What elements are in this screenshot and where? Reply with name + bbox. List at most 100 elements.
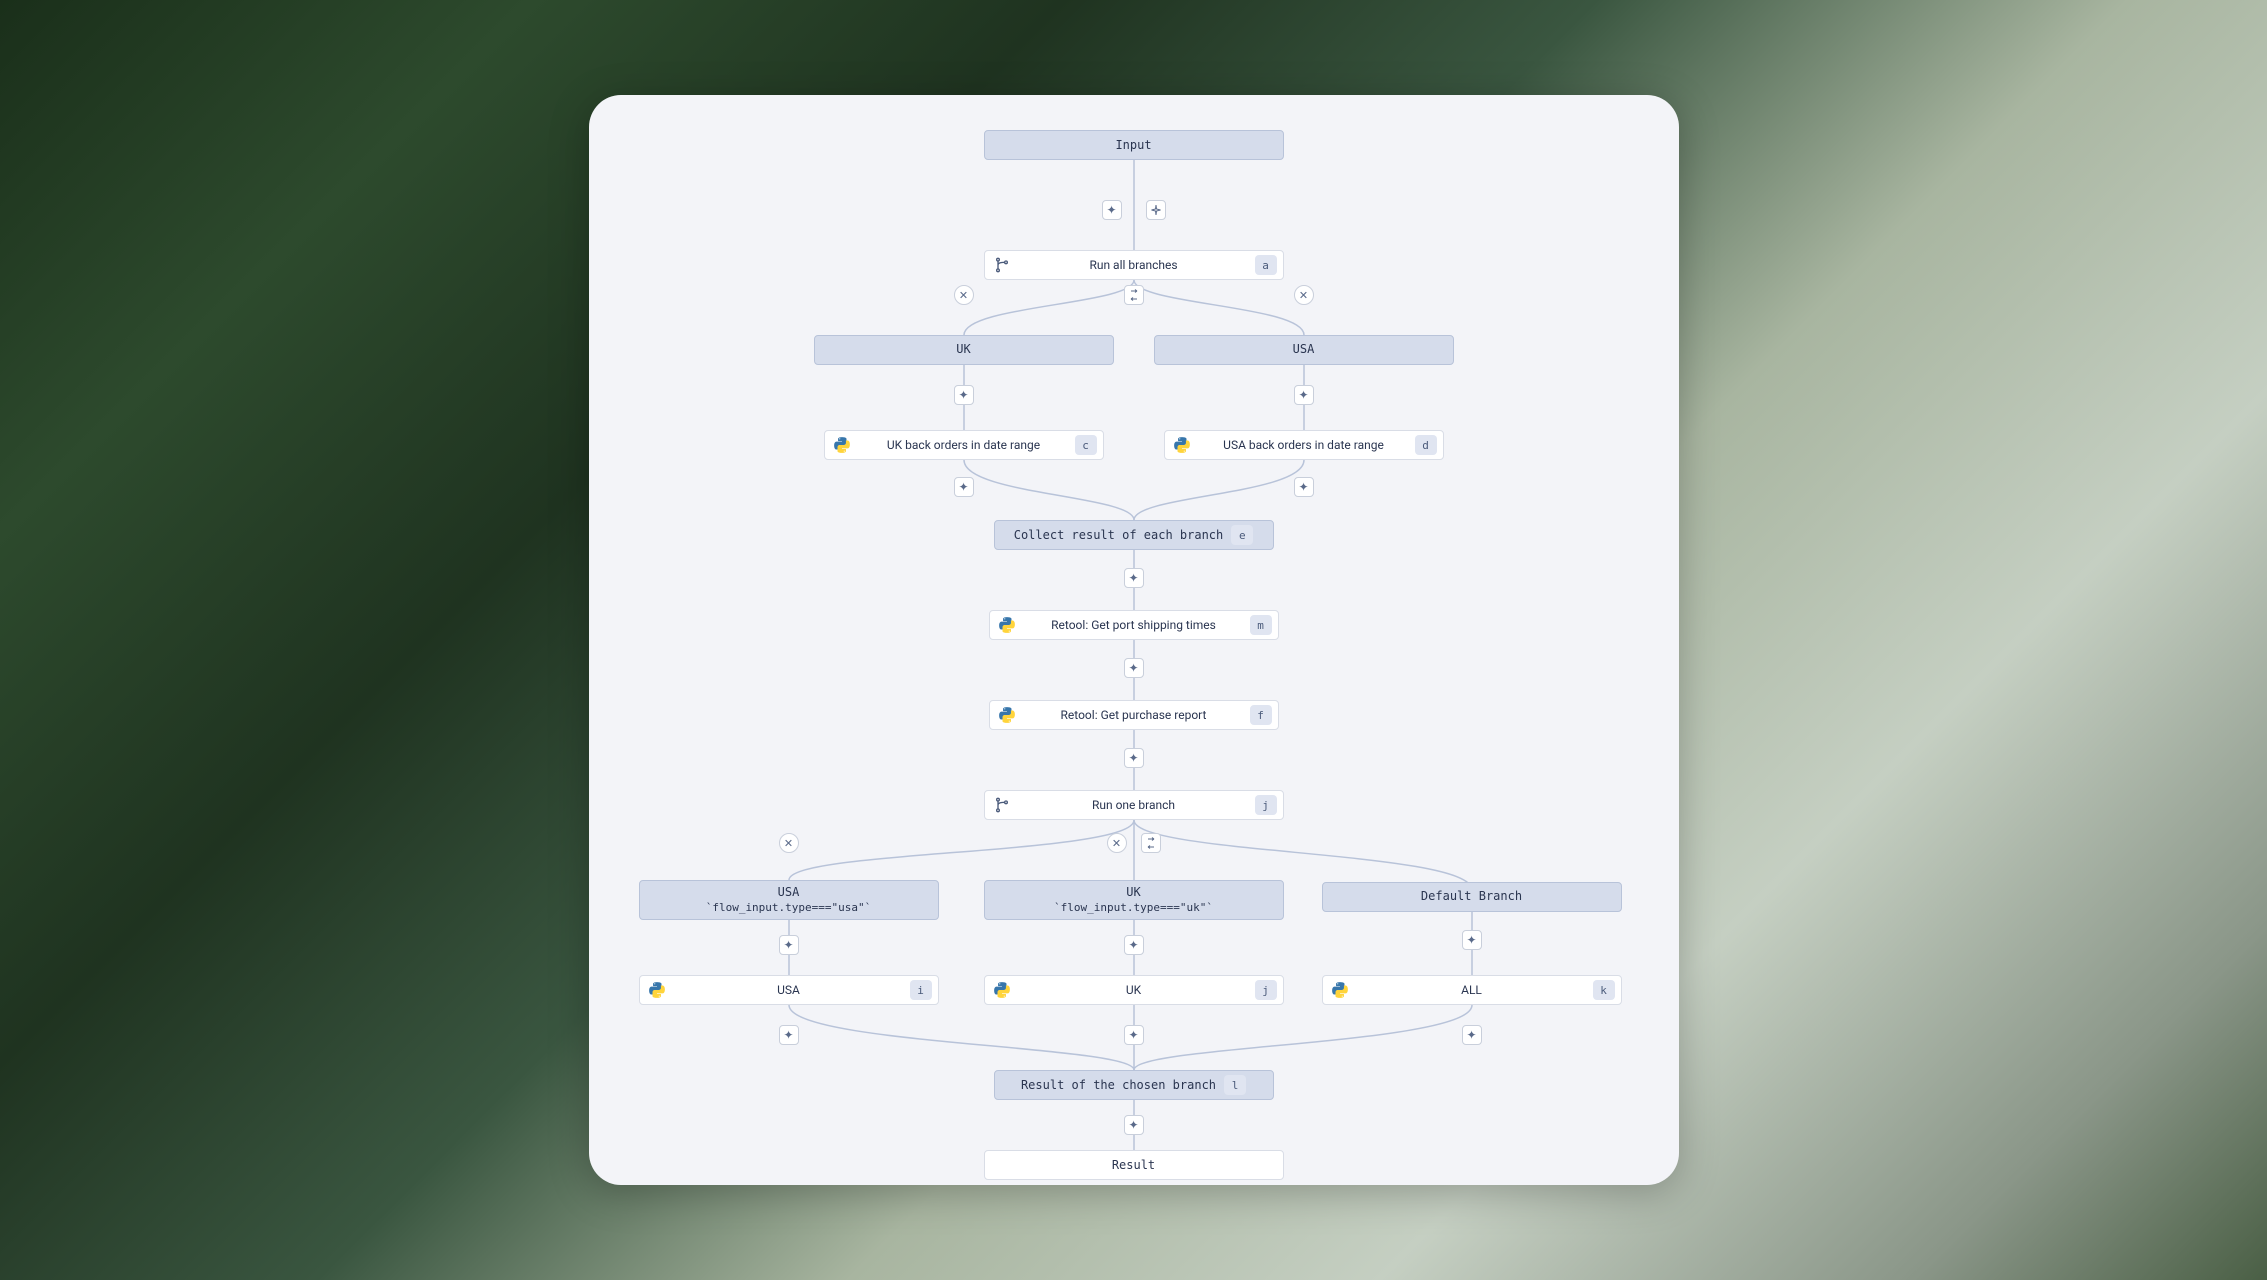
add-step-button-alt[interactable] [1146, 200, 1166, 220]
key-badge: j [1255, 795, 1277, 815]
uk-step-node[interactable]: UK j [984, 975, 1284, 1005]
plus-icon: ✦ [1466, 1028, 1476, 1042]
usa-condition-expr: `flow_input.type==="usa"` [706, 901, 872, 915]
plus-icon: ✦ [1128, 571, 1138, 585]
uk-branch-label: UK [956, 342, 970, 358]
result-node[interactable]: Result [984, 1150, 1284, 1180]
add-step-uk3[interactable]: ✦ [1124, 1025, 1144, 1045]
python-icon [831, 434, 853, 456]
plus-icon: ✦ [1298, 388, 1308, 402]
plus-icon: ✦ [958, 480, 968, 494]
close-branch-button-usa[interactable]: ✕ [1294, 285, 1314, 305]
plus-icon: ✦ [783, 938, 793, 952]
add-step-uk2[interactable]: ✦ [954, 477, 974, 497]
usa-condition-title: USA [778, 885, 800, 901]
plus-icon: ✦ [783, 1028, 793, 1042]
add-step-cond-usa[interactable]: ✦ [779, 935, 799, 955]
shipping-label: Retool: Get port shipping times [1024, 618, 1244, 632]
add-step-cond-uk[interactable]: ✦ [1124, 935, 1144, 955]
add-branch-icon [1128, 289, 1140, 301]
branch-icon [991, 794, 1013, 816]
close-icon: ✕ [1112, 837, 1121, 850]
shipping-node[interactable]: Retool: Get port shipping times m [989, 610, 1279, 640]
usa-orders-node[interactable]: USA back orders in date range d [1164, 430, 1444, 460]
plus-icon: ✦ [1466, 933, 1476, 947]
add-branch-button-2[interactable] [1141, 833, 1161, 853]
input-node[interactable]: Input [984, 130, 1284, 160]
python-icon [646, 979, 668, 1001]
branch-icon [991, 254, 1013, 276]
close-branch-uk2[interactable]: ✕ [1107, 833, 1127, 853]
usa-branch-node[interactable]: USA [1154, 335, 1454, 365]
key-badge: c [1075, 435, 1097, 455]
plus-icon: ✦ [958, 388, 968, 402]
collect-label: Collect result of each branch [1014, 528, 1224, 542]
plus-icon: ✦ [1128, 751, 1138, 765]
usa-orders-label: USA back orders in date range [1199, 438, 1409, 452]
plus-icon: ✦ [1106, 203, 1116, 217]
add-branch-icon [1145, 837, 1157, 849]
key-badge: l [1224, 1075, 1246, 1095]
add-step-usa2[interactable]: ✦ [1294, 477, 1314, 497]
purchase-label: Retool: Get purchase report [1024, 708, 1244, 722]
key-badge: e [1231, 525, 1253, 545]
uk-condition-expr: `flow_input.type==="uk"` [1054, 901, 1213, 915]
add-step-button[interactable]: ✦ [1102, 200, 1122, 220]
uk-condition-title: UK [1126, 885, 1140, 901]
all-step-label: ALL [1357, 983, 1587, 997]
default-branch-label: Default Branch [1421, 889, 1522, 905]
key-badge: k [1593, 980, 1615, 1000]
add-step-after-shipping[interactable]: ✦ [1124, 658, 1144, 678]
key-badge: a [1255, 255, 1277, 275]
add-step-after-collect[interactable]: ✦ [1124, 568, 1144, 588]
python-icon [1329, 979, 1351, 1001]
run-one-branch-node[interactable]: Run one branch j [984, 790, 1284, 820]
plus-icon: ✦ [1128, 1118, 1138, 1132]
plus-icon: ✦ [1128, 661, 1138, 675]
key-badge: j [1255, 980, 1277, 1000]
usa-step-label: USA [674, 983, 904, 997]
uk-orders-node[interactable]: UK back orders in date range c [824, 430, 1104, 460]
default-branch-node[interactable]: Default Branch [1322, 882, 1622, 912]
add-step-after-purchase[interactable]: ✦ [1124, 748, 1144, 768]
key-badge: i [910, 980, 932, 1000]
plus-icon: ✦ [1128, 938, 1138, 952]
run-one-label: Run one branch [1019, 798, 1249, 812]
add-step-usa3[interactable]: ✦ [779, 1025, 799, 1045]
python-icon [991, 979, 1013, 1001]
add-step-after-chosen[interactable]: ✦ [1124, 1115, 1144, 1135]
close-icon: ✕ [784, 837, 793, 850]
run-all-label: Run all branches [1019, 258, 1249, 272]
close-icon: ✕ [1299, 289, 1308, 302]
input-label: Input [1115, 138, 1151, 152]
chosen-label: Result of the chosen branch [1021, 1078, 1216, 1092]
python-icon [996, 704, 1018, 726]
collect-result-node[interactable]: Collect result of each branch e [994, 520, 1274, 550]
sparkle-icon [1150, 204, 1162, 216]
plus-icon: ✦ [1128, 1028, 1138, 1042]
all-step-node[interactable]: ALL k [1322, 975, 1622, 1005]
python-icon [1171, 434, 1193, 456]
key-badge: m [1250, 615, 1272, 635]
add-step-usa[interactable]: ✦ [1294, 385, 1314, 405]
flow-canvas[interactable]: Input ✦ Run all branches a ✕ ✕ UK USA ✦ … [589, 95, 1679, 1185]
add-branch-button[interactable] [1124, 285, 1144, 305]
uk-branch-node[interactable]: UK [814, 335, 1114, 365]
purchase-node[interactable]: Retool: Get purchase report f [989, 700, 1279, 730]
plus-icon: ✦ [1298, 480, 1308, 494]
usa-branch-label: USA [1293, 342, 1315, 358]
add-step-uk[interactable]: ✦ [954, 385, 974, 405]
close-branch-usa2[interactable]: ✕ [779, 833, 799, 853]
add-step-all3[interactable]: ✦ [1462, 1025, 1482, 1045]
run-all-branches-node[interactable]: Run all branches a [984, 250, 1284, 280]
key-badge: f [1250, 705, 1272, 725]
usa-condition-node[interactable]: USA `flow_input.type==="usa"` [639, 880, 939, 920]
uk-condition-node[interactable]: UK `flow_input.type==="uk"` [984, 880, 1284, 920]
usa-step-node[interactable]: USA i [639, 975, 939, 1005]
result-label: Result [1112, 1158, 1155, 1172]
add-step-cond-default[interactable]: ✦ [1462, 930, 1482, 950]
chosen-result-node[interactable]: Result of the chosen branch l [994, 1070, 1274, 1100]
close-branch-button-uk[interactable]: ✕ [954, 285, 974, 305]
uk-orders-label: UK back orders in date range [859, 438, 1069, 452]
uk-step-label: UK [1019, 983, 1249, 997]
